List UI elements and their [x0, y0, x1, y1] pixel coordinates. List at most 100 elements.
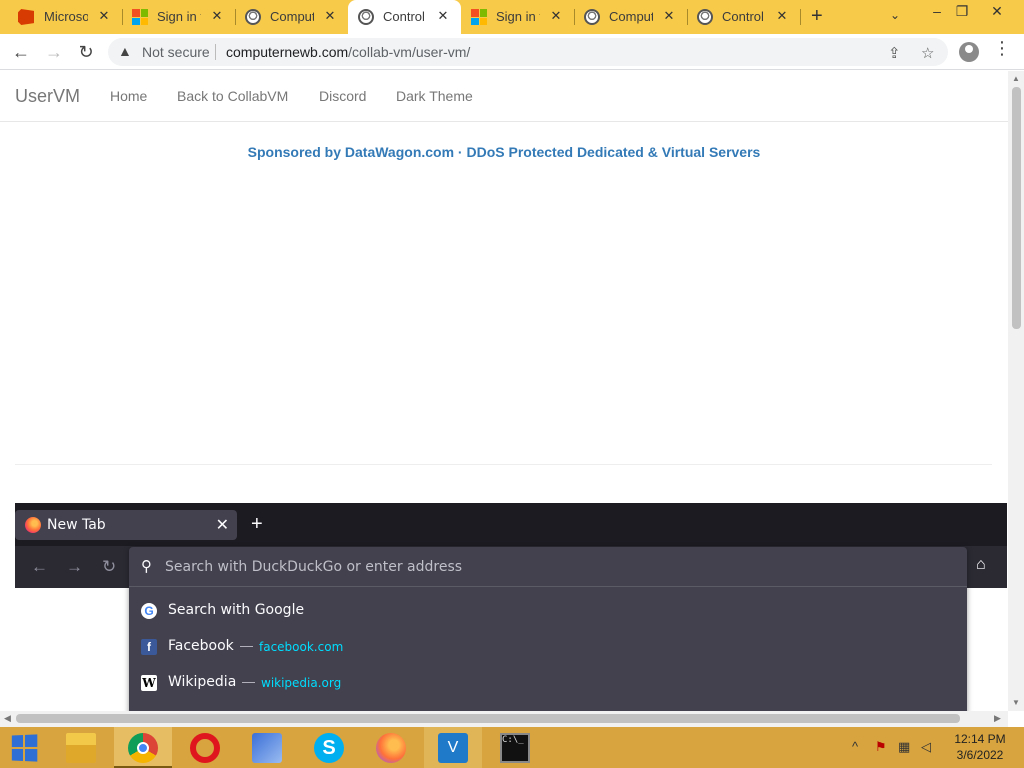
- taskbar-file-explorer[interactable]: [52, 727, 110, 768]
- share-icon[interactable]: ⇪: [888, 44, 901, 62]
- microsoft-icon: [132, 9, 148, 25]
- suggestion-title: Wikipedia: [168, 674, 237, 690]
- clock-time: 12:14 PM: [954, 732, 1006, 746]
- scrollbar-thumb[interactable]: [1012, 87, 1021, 329]
- network-computer-icon: [252, 733, 282, 763]
- horizontal-scrollbar[interactable]: ◀ ▶: [0, 711, 1008, 727]
- nav-link-dark-theme[interactable]: Dark Theme: [396, 88, 473, 104]
- forward-button[interactable]: →: [42, 40, 66, 64]
- vm-back-icon[interactable]: ←: [31, 557, 48, 577]
- vm-display[interactable]: New Tab ✕ + ← → ↻ ⌂ ⚲ G Search with Goog…: [15, 503, 1007, 711]
- show-hidden-icons-chevron-icon[interactable]: ^: [852, 739, 858, 754]
- firefox-icon: [376, 733, 406, 763]
- vm-icon: [245, 9, 261, 25]
- address-bar[interactable]: ▲ Not secure computernewb.com/collab-vm/…: [108, 38, 948, 66]
- tab-title: Computer: [270, 9, 314, 24]
- tab-search-chevron-icon[interactable]: ⌄: [890, 8, 900, 22]
- tab-title: Sign in to: [496, 9, 540, 24]
- tab-sign-in-2[interactable]: Sign in to ✕: [461, 0, 574, 34]
- folder-icon: [66, 733, 96, 763]
- vm-forward-icon[interactable]: →: [66, 557, 83, 577]
- taskbar-skype[interactable]: S: [300, 727, 358, 768]
- vm-icon: [584, 9, 600, 25]
- site-navbar: UserVM Home Back to CollabVM Discord Dar…: [0, 71, 1008, 122]
- close-icon[interactable]: ✕: [209, 8, 225, 24]
- nav-link-discord[interactable]: Discord: [319, 88, 366, 104]
- vm-url-dropdown: ⚲ G Search with Google f Facebook — face…: [129, 547, 967, 711]
- scrollbar-thumb[interactable]: [16, 714, 960, 723]
- taskbar-network-tool[interactable]: [238, 727, 296, 768]
- vm-tab-title: New Tab: [47, 517, 106, 533]
- vm-icon: [697, 9, 713, 25]
- volume-muted-icon[interactable]: ◁: [921, 739, 931, 755]
- tab-microsoft[interactable]: Microsoft ✕: [0, 0, 122, 34]
- network-icon[interactable]: ▦: [898, 739, 910, 755]
- scroll-up-icon[interactable]: ▲: [1012, 74, 1020, 83]
- security-label[interactable]: Not secure: [142, 44, 210, 60]
- tab-title: Control C: [722, 9, 766, 24]
- close-window-button[interactable]: ✕: [980, 0, 1014, 24]
- new-tab-button[interactable]: +: [811, 5, 823, 28]
- nav-link-home[interactable]: Home: [110, 88, 147, 104]
- taskbar-firefox[interactable]: [362, 727, 420, 768]
- taskbar-chrome[interactable]: [114, 727, 172, 768]
- taskbar-command-prompt[interactable]: C:\_: [486, 727, 544, 768]
- taskbar: S V C:\_ ^ ⚑ ▦ ◁ 12:14 PM 3/6/2022: [0, 727, 1024, 768]
- reload-button[interactable]: ↻: [74, 40, 98, 64]
- close-icon[interactable]: ✕: [774, 8, 790, 24]
- tab-control-active[interactable]: Control C ✕: [348, 0, 461, 34]
- suggestion-facebook[interactable]: f Facebook — facebook.com: [129, 629, 967, 665]
- tab-computer[interactable]: Computer ✕: [235, 0, 348, 34]
- sponsor-link[interactable]: Sponsored by DataWagon.com · DDoS Protec…: [0, 144, 1008, 160]
- search-icon: ⚲: [141, 558, 152, 575]
- url-text[interactable]: computernewb.com/collab-vm/user-vm/: [226, 44, 470, 60]
- close-icon[interactable]: ✕: [216, 515, 229, 535]
- close-icon[interactable]: ✕: [548, 8, 564, 24]
- vm-search-input[interactable]: [165, 556, 945, 578]
- google-icon: G: [141, 603, 157, 619]
- windows-icon: [11, 734, 38, 762]
- taskbar-vscode[interactable]: V: [424, 727, 482, 768]
- close-icon[interactable]: ✕: [435, 8, 451, 24]
- tab-title: Control C: [383, 9, 427, 24]
- action-center-icon[interactable]: ⚑: [875, 739, 887, 755]
- vm-url-field[interactable]: ⚲: [129, 547, 967, 587]
- vm-reload-icon[interactable]: ↻: [102, 557, 116, 577]
- taskbar-opera[interactable]: [176, 727, 234, 768]
- tab-title: Computer: [609, 9, 653, 24]
- vm-home-icon[interactable]: ⌂: [976, 556, 986, 574]
- start-button[interactable]: [0, 727, 48, 768]
- back-button[interactable]: ←: [9, 40, 33, 64]
- close-icon[interactable]: ✕: [322, 8, 338, 24]
- suggestion-wikipedia[interactable]: W Wikipedia — wikipedia.org: [129, 665, 967, 701]
- suggestion-separator: —: [240, 638, 253, 653]
- close-icon[interactable]: ✕: [96, 8, 112, 24]
- scroll-right-icon[interactable]: ▶: [994, 713, 1001, 724]
- taskbar-clock[interactable]: 12:14 PM 3/6/2022: [940, 731, 1020, 763]
- scroll-left-icon[interactable]: ◀: [4, 713, 11, 724]
- vertical-scrollbar[interactable]: ▲ ▼: [1008, 71, 1024, 711]
- divider-line: [15, 464, 992, 465]
- skype-icon: S: [314, 733, 344, 763]
- facebook-icon: f: [141, 639, 157, 655]
- warning-icon[interactable]: ▲: [118, 43, 132, 59]
- wikipedia-icon: W: [141, 675, 157, 691]
- nav-link-back-to-collabvm[interactable]: Back to CollabVM: [177, 88, 288, 104]
- tab-computer-2[interactable]: Computer ✕: [574, 0, 687, 34]
- site-brand[interactable]: UserVM: [15, 86, 80, 107]
- scroll-down-icon[interactable]: ▼: [1012, 698, 1020, 707]
- suggestion-google[interactable]: G Search with Google: [129, 593, 967, 629]
- restore-button[interactable]: ❐: [945, 0, 979, 24]
- browser-toolbar: ← → ↻ ▲ Not secure computernewb.com/coll…: [0, 34, 1024, 70]
- bookmark-star-icon[interactable]: ☆: [921, 44, 934, 62]
- menu-kebab-icon[interactable]: ⋮: [992, 38, 1012, 59]
- tab-sign-in[interactable]: Sign in to ✕: [122, 0, 235, 34]
- tab-title: Microsoft: [44, 9, 88, 24]
- vm-firefox-tab[interactable]: New Tab ✕: [15, 510, 237, 540]
- close-icon[interactable]: ✕: [661, 8, 677, 24]
- suggestion-url: wikipedia.org: [261, 676, 342, 690]
- profile-avatar[interactable]: [959, 42, 979, 62]
- tab-control-2[interactable]: Control C ✕: [687, 0, 800, 34]
- vscode-icon: V: [438, 733, 468, 763]
- vm-new-tab-button[interactable]: +: [251, 513, 263, 536]
